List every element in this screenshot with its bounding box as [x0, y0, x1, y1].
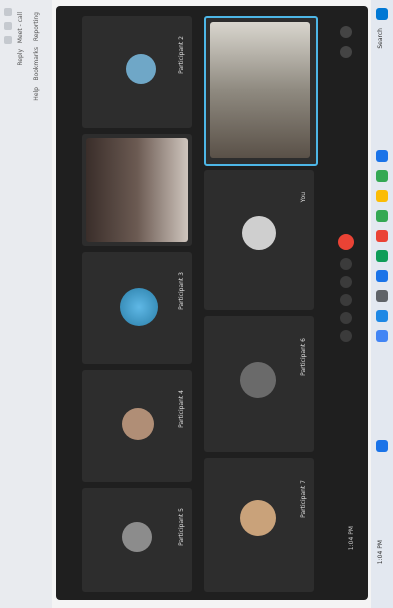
- participant-name: Participant 4: [178, 390, 185, 428]
- app-icon[interactable]: [376, 330, 388, 342]
- participant-tile[interactable]: Participant 3: [82, 252, 192, 364]
- participant-tile[interactable]: Participant 7: [204, 458, 314, 592]
- more-options-button[interactable]: [340, 330, 352, 342]
- participant-tile[interactable]: Participant 4: [82, 370, 192, 482]
- start-icon[interactable]: [376, 8, 388, 20]
- app-icon[interactable]: [376, 230, 388, 242]
- app-icon[interactable]: [376, 170, 388, 182]
- participant-name: Participant 6: [300, 338, 307, 376]
- avatar: [242, 216, 276, 250]
- taskbar: Search 1:04 PM: [371, 0, 393, 608]
- avatar: [240, 500, 276, 536]
- browser-chrome: Meet - call Reply Reporting Bookmarks He…: [0, 0, 52, 608]
- bookmark-item[interactable]: Bookmarks: [32, 47, 42, 81]
- bookmark-item[interactable]: Help: [32, 87, 42, 101]
- window-controls: [4, 8, 14, 600]
- participant-tile[interactable]: You: [204, 170, 314, 310]
- tab-strip: Meet - call Reply: [16, 12, 26, 596]
- mic-button[interactable]: [340, 258, 352, 270]
- participant-name: You: [300, 192, 307, 203]
- minimize-icon[interactable]: [4, 8, 12, 16]
- present-button[interactable]: [340, 294, 352, 306]
- maximize-icon[interactable]: [4, 22, 12, 30]
- avatar: [120, 288, 158, 326]
- participant-tile[interactable]: Participant 2: [82, 16, 192, 128]
- close-icon[interactable]: [4, 36, 12, 44]
- app-icon[interactable]: [376, 150, 388, 162]
- end-call-button[interactable]: [338, 234, 354, 250]
- app-icon[interactable]: [376, 440, 388, 452]
- participant-name: Participant 7: [300, 480, 307, 518]
- participant-video: [86, 138, 188, 242]
- app-icon[interactable]: [376, 190, 388, 202]
- participant-name: Participant 3: [178, 272, 185, 310]
- screen: Meet - call Reply Reporting Bookmarks He…: [0, 0, 393, 608]
- bookmark-item[interactable]: Reporting: [32, 12, 42, 41]
- tab-reply[interactable]: Reply: [16, 49, 26, 66]
- participant-tile-active[interactable]: [204, 16, 318, 166]
- reactions-button[interactable]: [340, 312, 352, 324]
- app-icon[interactable]: [376, 310, 388, 322]
- avatar: [122, 408, 154, 440]
- participant-tile[interactable]: Participant 6: [204, 316, 314, 452]
- participant-tile[interactable]: Participant 5: [82, 488, 192, 592]
- camera-button[interactable]: [340, 276, 352, 288]
- meeting-window: Participant 2 Participant 3 Participant …: [56, 6, 368, 600]
- avatar: [240, 362, 276, 398]
- chat-button[interactable]: [340, 26, 352, 38]
- clock: 1:04 PM: [377, 540, 384, 565]
- participant-tile[interactable]: [82, 134, 192, 246]
- app-icon[interactable]: [376, 270, 388, 282]
- participant-name: Participant 5: [178, 508, 185, 546]
- app-icon[interactable]: [376, 250, 388, 262]
- avatar: [126, 54, 156, 84]
- participant-video: [210, 22, 310, 158]
- app-icon[interactable]: [376, 290, 388, 302]
- search-label[interactable]: Search: [377, 28, 384, 49]
- bookmarks-bar: Reporting Bookmarks Help: [32, 12, 42, 596]
- app-icon[interactable]: [376, 210, 388, 222]
- avatar: [122, 522, 152, 552]
- people-button[interactable]: [340, 46, 352, 58]
- participant-name: Participant 2: [178, 36, 185, 74]
- tab-meet[interactable]: Meet - call: [16, 12, 26, 43]
- meeting-time: 1:04 PM: [348, 526, 355, 551]
